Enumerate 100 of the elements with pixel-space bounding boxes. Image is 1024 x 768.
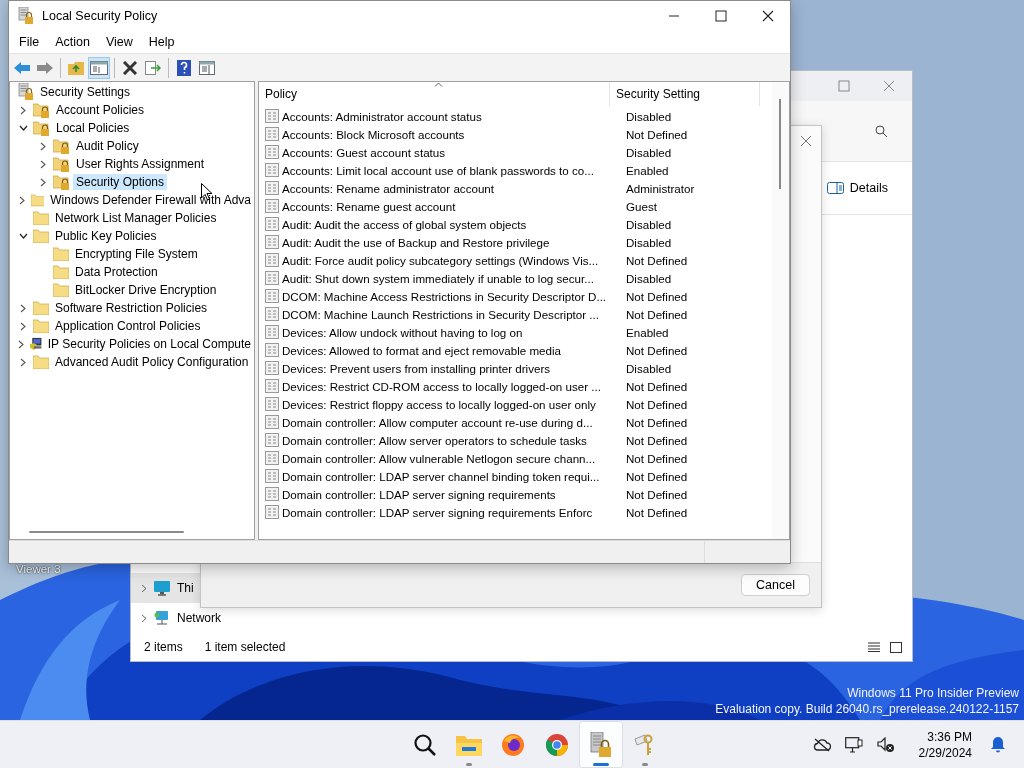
setting-cell: Disabled	[626, 217, 672, 231]
tree-item[interactable]: Software Restriction Policies	[52, 300, 211, 316]
locked-folder-icon	[33, 102, 50, 118]
computer-shield-icon	[29, 336, 42, 352]
folder-icon	[33, 301, 49, 315]
menu-item[interactable]: Action	[47, 33, 98, 51]
tree-item[interactable]: Security Settings	[37, 84, 134, 100]
policy-icon	[265, 361, 279, 375]
tree-item[interactable]: Application Control Policies	[52, 318, 204, 334]
expand-chevron-icon[interactable]	[20, 105, 26, 115]
setting-cell: Not Defined	[626, 433, 688, 447]
clock[interactable]: 3:36 PM 2/29/2024	[918, 728, 972, 761]
policy-cell[interactable]: Devices: Restrict CD-ROM access to locally logged-on user ...	[282, 379, 616, 393]
collapse-chevron-icon[interactable]	[18, 125, 28, 131]
setting-cell: Not Defined	[626, 253, 688, 267]
tree-item[interactable]: Encrypting File System	[72, 246, 201, 262]
search-icon	[413, 732, 437, 757]
chevron-icon	[141, 583, 147, 593]
tree-item[interactable]: User Rights Assignment	[73, 156, 208, 172]
expand-chevron-icon[interactable]	[40, 177, 46, 187]
tree-item[interactable]: Account Policies	[53, 102, 148, 118]
menu-item[interactable]: Help	[140, 33, 183, 51]
policy-cell[interactable]: Accounts: Limit local account use of blank passwords to co...	[282, 163, 616, 177]
policy-icon	[265, 487, 279, 501]
collapse-chevron-icon[interactable]	[18, 233, 28, 239]
details-view-icon[interactable]	[868, 642, 880, 652]
policy-cell[interactable]: Domain controller: Allow vulnerable Netlogon secure chann...	[282, 451, 616, 465]
setting-cell: Not Defined	[626, 307, 688, 321]
policy-icon	[265, 433, 279, 447]
tree-item[interactable]: Data Protection	[72, 264, 161, 280]
chevron-icon	[141, 613, 147, 623]
vertical-scrollbar[interactable]	[772, 82, 789, 539]
policy-cell[interactable]: Audit: Audit the use of Backup and Restore privilege	[282, 235, 616, 249]
policy-cell[interactable]: Audit: Shut down system immediately if unable to log secur...	[282, 271, 616, 285]
tree-item[interactable]: BitLocker Drive Encryption	[72, 282, 220, 298]
tree-item[interactable]: Windows Defender Firewall with Adva	[47, 192, 254, 208]
tree-item[interactable]: Security Options	[73, 174, 168, 190]
policy-cell[interactable]: DCOM: Machine Launch Restrictions in Security Descriptor ...	[282, 307, 616, 321]
details-pane-icon	[826, 182, 844, 194]
tiles-view-icon[interactable]	[890, 641, 902, 653]
policy-icon	[265, 325, 279, 339]
policy-cell[interactable]: Accounts: Guest account status	[282, 145, 616, 159]
volume-muted-icon[interactable]	[876, 736, 895, 753]
monitor-icon	[154, 580, 170, 596]
tree-item[interactable]: Network List Manager Policies	[52, 210, 220, 226]
policy-icon	[265, 217, 279, 231]
security-policy-button[interactable]	[579, 721, 623, 768]
policy-cell[interactable]: Accounts: Rename administrator account	[282, 181, 616, 195]
tree-item[interactable]: IP Security Policies on Local Compute	[44, 336, 254, 352]
expand-chevron-icon[interactable]	[20, 321, 26, 331]
policy-cell[interactable]: Domain controller: Allow server operators to schedule tasks	[282, 433, 616, 447]
tree-item[interactable]: Audit Policy	[73, 138, 142, 154]
policy-icon	[265, 271, 279, 285]
cancel-button[interactable]: Cancel	[741, 574, 810, 596]
setting-cell: Not Defined	[626, 379, 688, 393]
locked-folder-icon	[53, 138, 70, 154]
policy-cell[interactable]: Accounts: Block Microsoft accounts	[282, 127, 616, 141]
policy-cell[interactable]: Audit: Audit the access of global system objects	[282, 217, 616, 231]
search-icon[interactable]	[875, 124, 888, 138]
policy-cell[interactable]: Devices: Restrict floppy access to locally logged-on user only	[282, 397, 616, 411]
policy-cell[interactable]: Domain controller: LDAP server channel binding token requi...	[282, 469, 616, 483]
expand-chevron-icon[interactable]	[18, 339, 25, 349]
setting-cell: Not Defined	[626, 343, 688, 357]
folder-icon	[33, 355, 49, 369]
expand-chevron-icon[interactable]	[18, 195, 25, 205]
console-tree-button[interactable]	[88, 56, 110, 79]
column-header[interactable]: Security Setting	[610, 82, 760, 106]
cloud-offline-icon[interactable]	[812, 737, 831, 752]
maximize-icon[interactable]	[715, 10, 727, 22]
menu-item[interactable]: View	[97, 33, 141, 51]
policy-cell[interactable]: Devices: Allowed to format and eject removable media	[282, 343, 616, 357]
details-button[interactable]: Details	[822, 177, 892, 199]
tree-item[interactable]: Local Policies	[53, 120, 133, 136]
policy-cell[interactable]: Accounts: Rename guest account	[282, 199, 616, 213]
status-text: 2 items	[144, 640, 183, 654]
close-icon[interactable]	[762, 10, 774, 22]
policy-icon	[265, 199, 279, 213]
policy-cell[interactable]: Audit: Force audit policy subcategory settings (Windows Vis...	[282, 253, 616, 267]
folder-icon	[33, 319, 49, 333]
policy-cell[interactable]: Accounts: Administrator account status	[282, 109, 616, 123]
policy-cell[interactable]: Domain controller: LDAP server signing requirements Enforc	[282, 505, 616, 519]
expand-chevron-icon[interactable]	[20, 357, 26, 367]
menu-item[interactable]: File	[11, 33, 48, 51]
policy-icon	[265, 307, 279, 321]
policy-icon	[265, 127, 279, 141]
policy-cell[interactable]: Domain controller: Allow computer account re-use during d...	[282, 415, 616, 429]
policy-cell[interactable]: Devices: Allow undock without having to log on	[282, 325, 616, 339]
policy-cell[interactable]: Domain controller: LDAP server signing requirements	[282, 487, 616, 501]
expand-chevron-icon[interactable]	[20, 303, 26, 313]
tree-item[interactable]: Advanced Audit Policy Configuration	[52, 354, 252, 370]
policy-cell[interactable]: Devices: Prevent users from installing printer drivers	[282, 361, 616, 375]
policy-icon	[265, 181, 279, 195]
policy-cell[interactable]: DCOM: Machine Access Restrictions in Security Descriptor D...	[282, 289, 616, 303]
tree-item[interactable]: Public Key Policies	[52, 228, 160, 244]
column-header[interactable]: Policy	[259, 82, 610, 106]
policy-icon	[265, 163, 279, 177]
network-icon[interactable]	[844, 736, 863, 753]
expand-chevron-icon[interactable]	[40, 141, 46, 151]
notification-bell-icon[interactable]	[990, 736, 1006, 753]
expand-chevron-icon[interactable]	[40, 159, 46, 169]
